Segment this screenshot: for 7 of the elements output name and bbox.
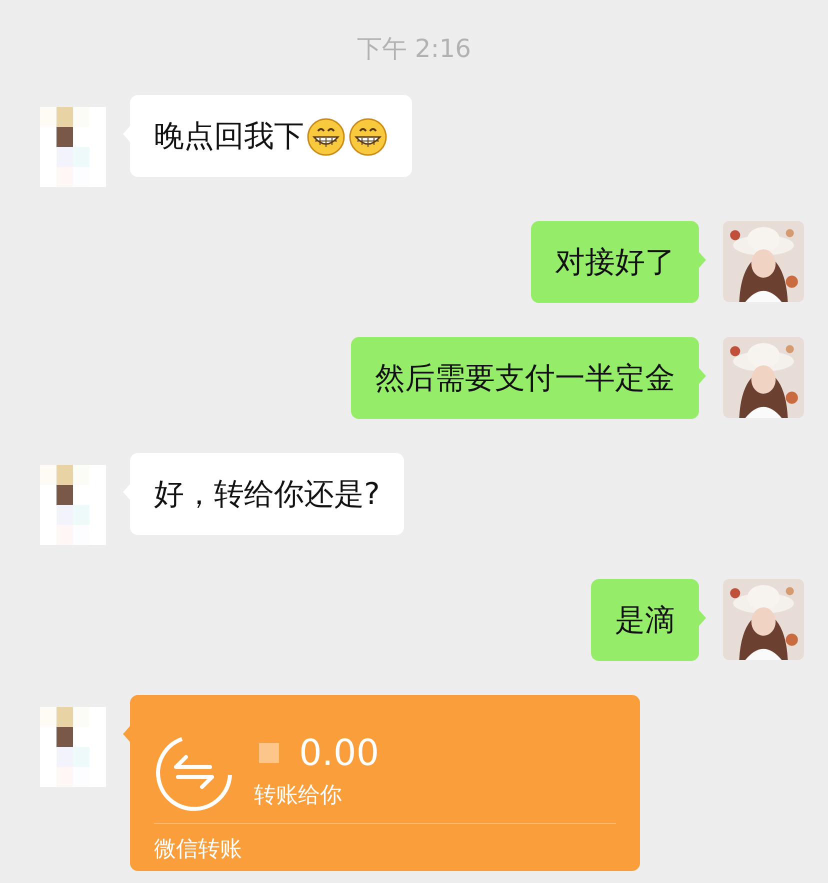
transfer-label: 微信转账	[154, 837, 242, 862]
grinning-face-icon	[348, 116, 388, 156]
grinning-face-icon	[306, 116, 346, 156]
transfer-note: 转账给你	[254, 782, 343, 810]
redaction-mark	[259, 743, 279, 763]
timestamp: 下午 2:16	[356, 33, 472, 65]
transfer-amount: 0.00	[299, 732, 380, 774]
